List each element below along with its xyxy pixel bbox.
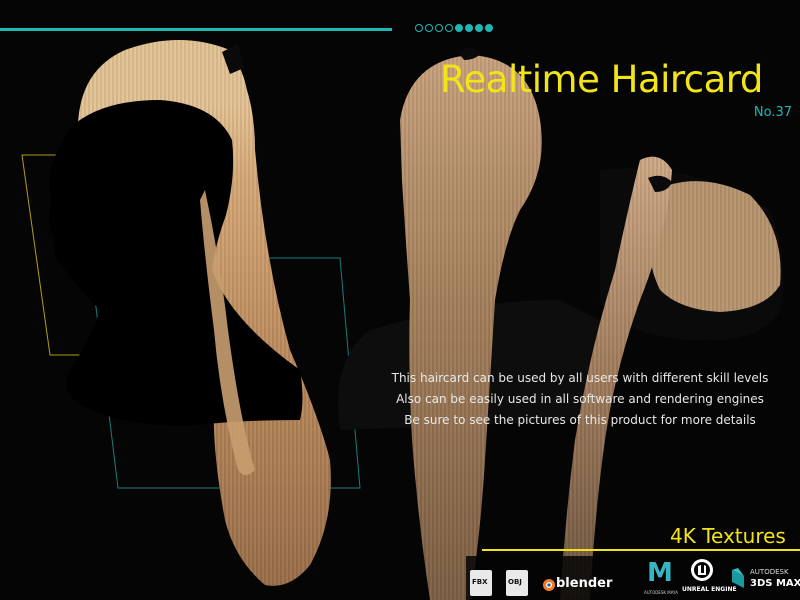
description-line: Also can be easily used in all software … [396, 392, 764, 406]
obj-logo: OBJ [506, 570, 528, 596]
progress-dot [485, 24, 493, 32]
maya-logo: M AUTODESK MAYA [644, 558, 678, 600]
product-number: No.37 [753, 105, 792, 120]
progress-dots [415, 24, 493, 32]
bottom-accent-line [482, 549, 800, 551]
progress-dot [445, 24, 453, 32]
blender-icon [543, 579, 555, 591]
3dsmax-logo: AUTODESK 3DS MAX [730, 566, 800, 598]
fbx-label: FBX [472, 578, 488, 586]
progress-dot [475, 24, 483, 32]
fbx-logo: FBX [470, 570, 492, 596]
unreal-icon [691, 559, 713, 581]
obj-label: OBJ [508, 578, 522, 586]
description-line: This haircard can be used by all users w… [391, 371, 769, 385]
3dsmax-icon [732, 568, 744, 588]
progress-dot [415, 24, 423, 32]
maya-letter: M [647, 558, 673, 588]
progress-dot [455, 24, 463, 32]
maya-caption: AUTODESK MAYA [644, 590, 679, 595]
unreal-caption: UNREAL ENGINE [682, 586, 737, 593]
progress-dot [435, 24, 443, 32]
unreal-logo: UNREAL ENGINE [682, 558, 737, 600]
progress-dot [465, 24, 473, 32]
blender-label: blender [556, 576, 613, 591]
progress-dot [425, 24, 433, 32]
texture-badge: 4K Textures [670, 524, 786, 548]
product-banner: Realtime Haircard No.37 This haircard ca… [0, 0, 800, 600]
3dsmax-top-label: AUTODESK [750, 568, 789, 576]
product-title: Realtime Haircard [440, 58, 763, 101]
description: This haircard can be used by all users w… [380, 368, 780, 431]
3dsmax-bottom-label: 3DS MAX [750, 578, 800, 589]
description-line: Be sure to see the pictures of this prod… [404, 413, 756, 427]
top-accent-line [0, 28, 392, 31]
software-logos: FBX OBJ blender M AUTODESK MAYA UNREAL E… [466, 556, 800, 600]
